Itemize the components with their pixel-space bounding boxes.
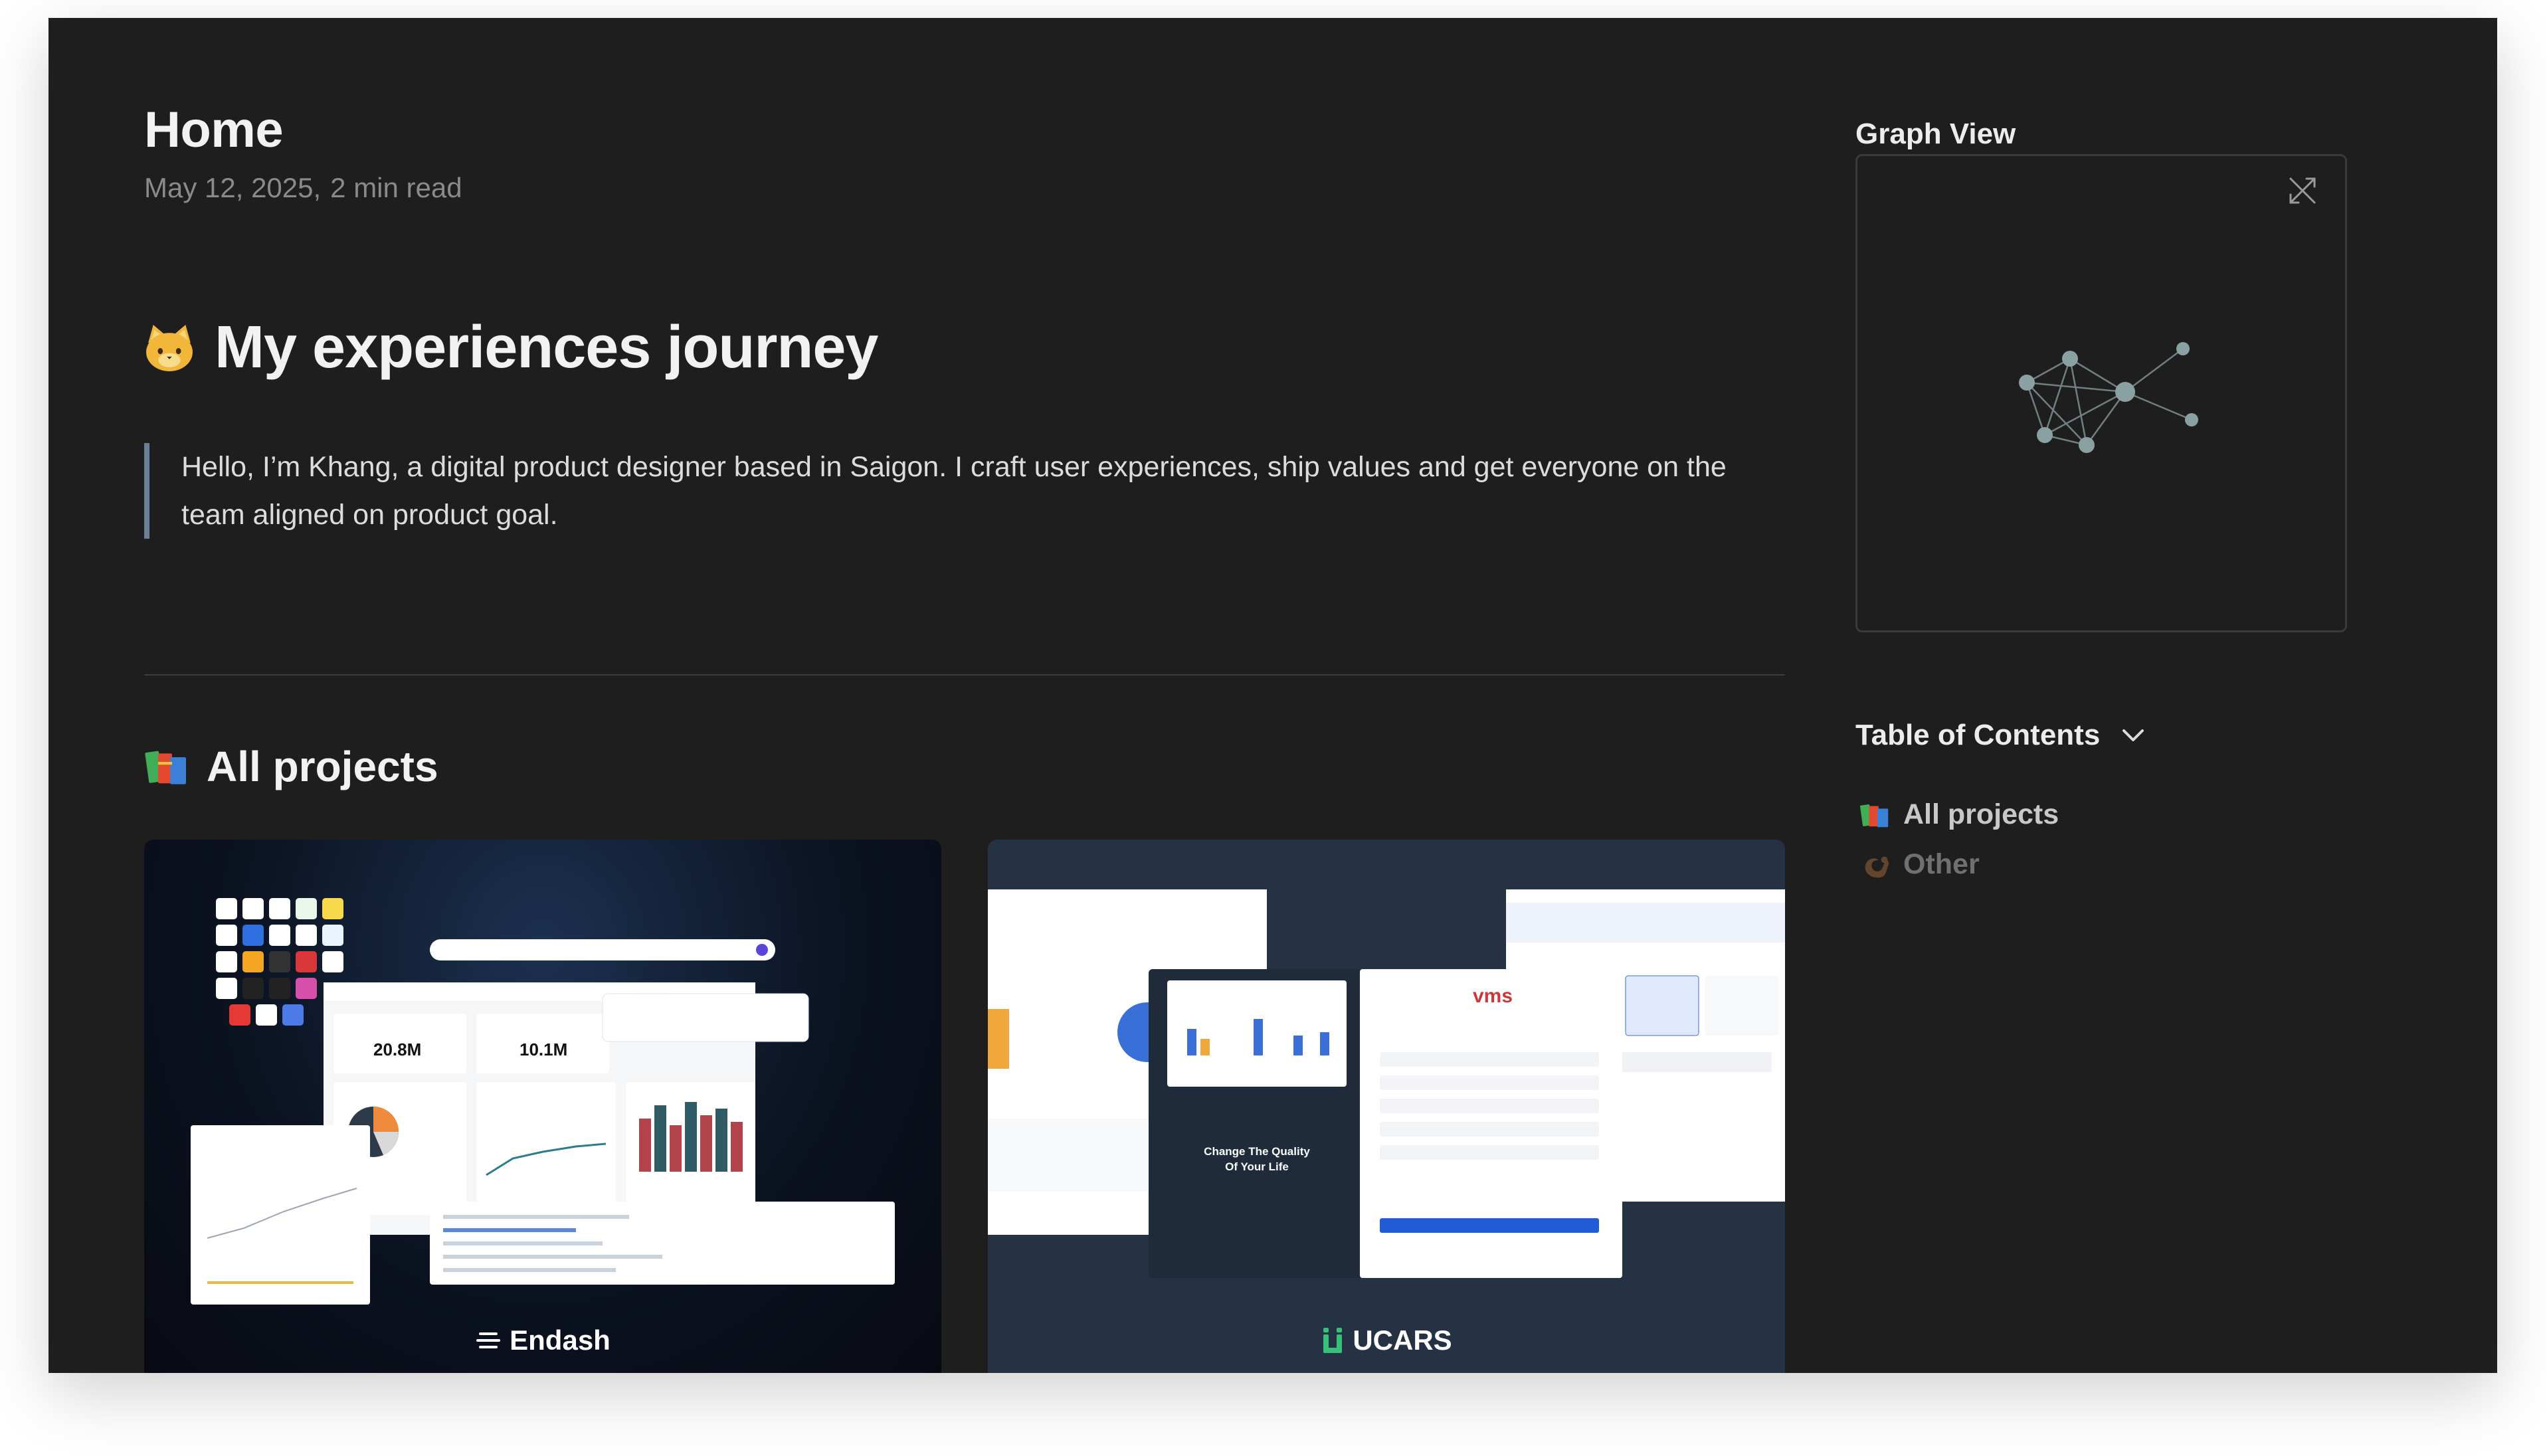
toc-toggle[interactable]: Table of Contents [1855, 719, 2148, 752]
divider [144, 674, 1785, 676]
publish-date: May 12, 2025, [144, 172, 322, 203]
svg-text:Change The Quality: Change The Quality [1204, 1145, 1310, 1158]
toc-item-all-projects[interactable]: All projects [1859, 798, 2059, 831]
toc-item-label: All projects [1903, 798, 2059, 830]
books-icon [1859, 804, 1889, 827]
hero-heading: My experiences journey [144, 314, 878, 382]
intro-blockquote: Hello, I’m Khang, a digital product desi… [144, 443, 1796, 539]
card-brand-label: UCARS [1353, 1324, 1452, 1356]
main-content: Home May 12, 2025, 2 min read My experien… [144, 18, 1785, 1373]
ucars-preview-image: Change The Quality Of Your Life vms [988, 889, 1785, 1278]
graph-view-title: Graph View [1855, 118, 2016, 150]
svg-text:10.1M: 10.1M [519, 1040, 567, 1059]
app-window: Home May 12, 2025, 2 min read My experien… [48, 18, 2497, 1373]
project-card-endash[interactable]: 20.8M 10.1M Endash [144, 840, 941, 1373]
books-icon [145, 751, 186, 784]
squirrel-icon [1865, 856, 1889, 877]
right-sidebar: Graph View Table of Contents All project… [1855, 18, 2360, 1373]
page-title: Home [144, 102, 284, 158]
chevron-down-icon [2122, 729, 2144, 741]
ucars-logo-icon [1323, 1328, 1343, 1353]
card-brand: Endash [144, 1324, 941, 1356]
card-brand: UCARS [988, 1324, 1785, 1356]
svg-text:vms: vms [1473, 985, 1513, 1007]
toc-item-other[interactable]: Other [1859, 848, 1980, 881]
endash-logo-icon [476, 1332, 501, 1348]
page-meta: May 12, 2025, 2 min read [144, 172, 462, 204]
cat-face-icon [146, 324, 193, 371]
toc-title: Table of Contents [1855, 719, 2101, 751]
card-brand-label: Endash [510, 1324, 611, 1356]
projects-title: All projects [207, 743, 438, 790]
read-time: 2 min read [330, 172, 462, 203]
graph-view[interactable] [1855, 154, 2347, 632]
project-card-ucars[interactable]: Change The Quality Of Your Life vms UCAR… [988, 840, 1785, 1373]
projects-heading: All projects [144, 742, 438, 791]
svg-text:Of Your Life: Of Your Life [1225, 1160, 1289, 1173]
endash-preview-image: 20.8M 10.1M [191, 898, 895, 1305]
toc-item-label: Other [1903, 848, 1980, 880]
graph-network [2019, 342, 2198, 453]
hero-title: My experiences journey [215, 314, 878, 381]
svg-text:20.8M: 20.8M [373, 1040, 421, 1059]
